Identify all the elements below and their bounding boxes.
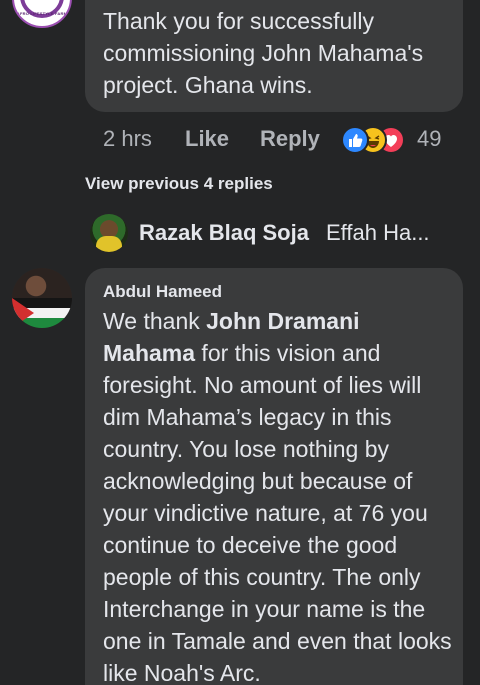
comment-bubble[interactable]: Thank you for successfully commissioning… <box>85 0 463 112</box>
comment-text: We thank John Dramani Mahama for this vi… <box>103 305 453 685</box>
reply-button[interactable]: Reply <box>260 126 320 152</box>
like-button[interactable]: Like <box>185 126 229 152</box>
comment-bubble[interactable]: Abdul Hameed We thank John Dramani Maham… <box>85 268 463 685</box>
view-previous-replies-link[interactable]: View previous 4 replies <box>85 174 273 194</box>
avatar-logo-label: AFRO LIFESTYLE FARM <box>16 11 68 16</box>
comment-time[interactable]: 2 hrs <box>103 126 152 152</box>
avatar-shirt-graphic <box>96 236 122 252</box>
reply-avatar[interactable] <box>90 214 128 252</box>
comment-author-name[interactable]: Abdul Hameed <box>103 282 222 302</box>
reaction-icons[interactable] <box>341 126 413 154</box>
reply-author-name[interactable]: Razak Blaq Soja <box>139 220 309 246</box>
palestine-flag-icon <box>12 298 72 328</box>
reply-preview[interactable]: Razak Blaq Soja Effah Ha... <box>90 214 470 254</box>
comment-text: Thank you for successfully commissioning… <box>103 8 424 98</box>
comment-text-start: We thank <box>103 308 207 334</box>
reply-snippet: Effah Ha... <box>326 220 430 245</box>
comments-screen: AFRO LIFESTYLE FARM Thank you for succes… <box>0 0 480 685</box>
like-icon <box>341 126 369 154</box>
comment-text-rest: for this vision and foresight. No amount… <box>103 340 452 685</box>
reaction-count[interactable]: 49 <box>417 126 441 152</box>
comment-actions: 2 hrs Like Reply 49 <box>103 124 463 154</box>
commenter-avatar-abdul[interactable] <box>12 268 72 328</box>
commenter-avatar[interactable]: AFRO LIFESTYLE FARM <box>12 0 72 28</box>
